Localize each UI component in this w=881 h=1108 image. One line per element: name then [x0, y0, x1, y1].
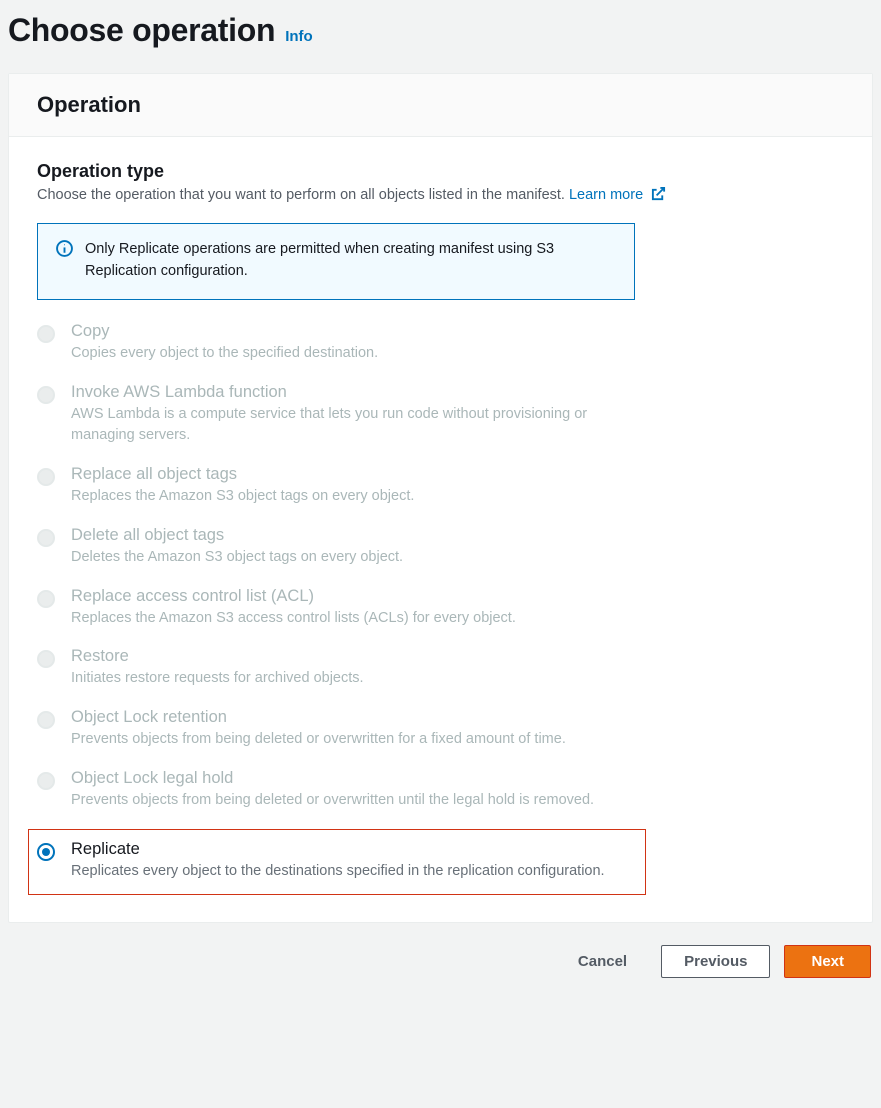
option-replicate[interactable]: Replicate Replicates every object to the…	[29, 830, 645, 895]
page-header: Choose operation Info	[8, 0, 873, 55]
info-link[interactable]: Info	[285, 28, 313, 45]
option-invoke-lambda: Invoke AWS Lambda function AWS Lambda is…	[37, 383, 637, 448]
option-object-lock-retention: Object Lock retention Prevents objects f…	[37, 708, 637, 751]
info-alert: Only Replicate operations are permitted …	[37, 223, 635, 300]
option-title: Replace all object tags	[71, 465, 637, 484]
option-description: AWS Lambda is a compute service that let…	[71, 404, 637, 448]
option-title: Replace access control list (ACL)	[71, 587, 637, 606]
radio-delete-tags	[37, 529, 55, 547]
page-title: Choose operation	[8, 12, 275, 49]
button-row: Cancel Previous Next	[8, 945, 873, 978]
previous-button[interactable]: Previous	[661, 945, 770, 978]
learn-more-link[interactable]: Learn more	[569, 187, 666, 203]
option-delete-tags: Delete all object tags Deletes the Amazo…	[37, 526, 637, 569]
operation-type-title: Operation type	[37, 161, 844, 182]
operation-panel: Operation Operation type Choose the oper…	[8, 73, 873, 923]
option-description: Deletes the Amazon S3 object tags on eve…	[71, 547, 637, 569]
radio-restore	[37, 650, 55, 668]
option-title: Replicate	[71, 840, 637, 859]
option-title: Object Lock retention	[71, 708, 637, 727]
radio-object-lock-legal-hold	[37, 772, 55, 790]
option-title: Object Lock legal hold	[71, 769, 637, 788]
option-description: Replaces the Amazon S3 object tags on ev…	[71, 486, 637, 508]
option-list: Copy Copies every object to the specifie…	[37, 322, 637, 895]
option-description: Prevents objects from being deleted or o…	[71, 729, 637, 751]
radio-replace-acl	[37, 590, 55, 608]
option-title: Copy	[71, 322, 637, 341]
cancel-button[interactable]: Cancel	[558, 945, 647, 978]
option-title: Invoke AWS Lambda function	[71, 383, 637, 402]
operation-panel-header: Operation	[9, 74, 872, 137]
option-description: Prevents objects from being deleted or o…	[71, 790, 637, 812]
option-replace-acl: Replace access control list (ACL) Replac…	[37, 587, 637, 630]
option-title: Delete all object tags	[71, 526, 637, 545]
next-button[interactable]: Next	[784, 945, 871, 978]
info-icon	[56, 240, 73, 260]
radio-copy	[37, 325, 55, 343]
external-link-icon	[651, 186, 666, 201]
radio-replicate[interactable]	[37, 843, 55, 861]
radio-object-lock-retention	[37, 711, 55, 729]
radio-invoke-lambda	[37, 386, 55, 404]
operation-type-description: Choose the operation that you want to pe…	[37, 186, 844, 203]
panel-title: Operation	[37, 92, 844, 118]
option-copy: Copy Copies every object to the specifie…	[37, 322, 637, 365]
radio-replace-tags	[37, 468, 55, 486]
option-object-lock-legal-hold: Object Lock legal hold Prevents objects …	[37, 769, 637, 812]
option-description: Replaces the Amazon S3 access control li…	[71, 608, 637, 630]
option-description: Replicates every object to the destinati…	[71, 861, 637, 883]
option-restore: Restore Initiates restore requests for a…	[37, 647, 637, 690]
info-alert-text: Only Replicate operations are permitted …	[85, 238, 616, 283]
operation-type-description-text: Choose the operation that you want to pe…	[37, 187, 565, 203]
option-description: Initiates restore requests for archived …	[71, 668, 637, 690]
option-description: Copies every object to the specified des…	[71, 343, 637, 365]
option-replace-tags: Replace all object tags Replaces the Ama…	[37, 465, 637, 508]
operation-panel-body: Operation type Choose the operation that…	[9, 137, 872, 922]
option-title: Restore	[71, 647, 637, 666]
